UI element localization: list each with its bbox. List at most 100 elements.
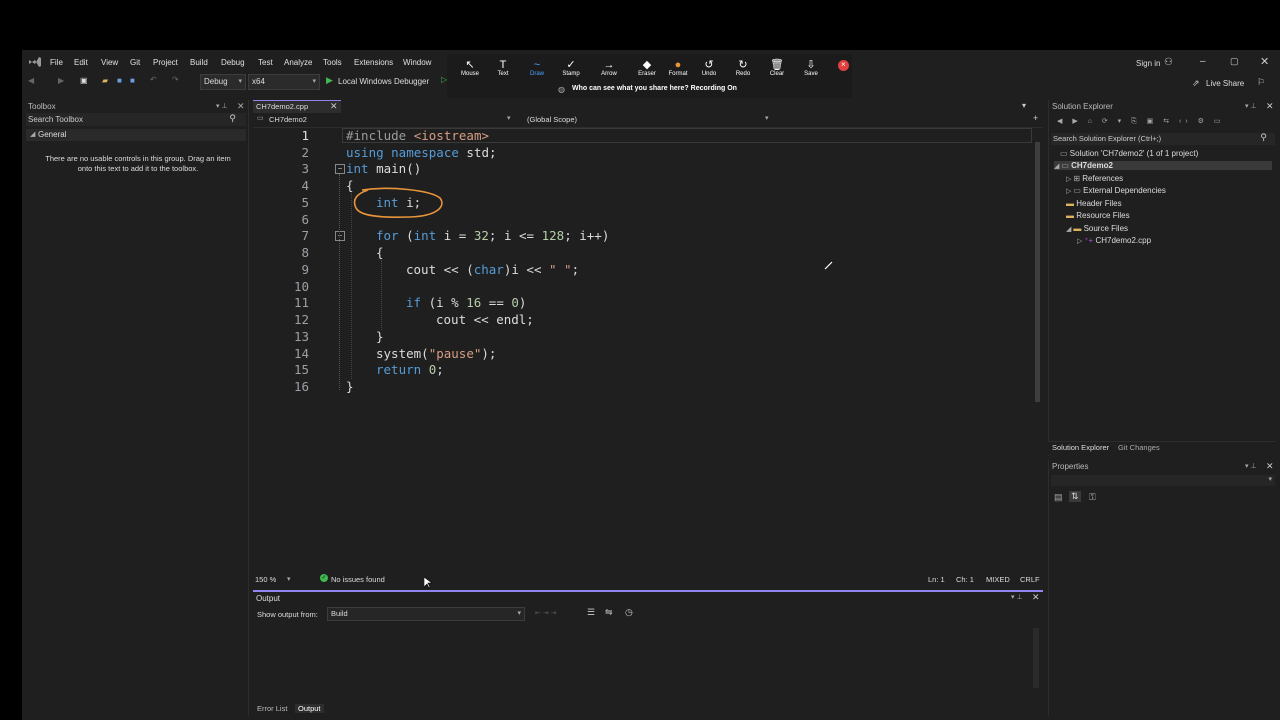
char-indicator[interactable]: Ch: 1 [956, 575, 974, 584]
clear-all-icon[interactable]: ☰ [587, 607, 595, 618]
eol-indicator[interactable]: CRLF [1020, 575, 1040, 584]
tab-output[interactable]: Output [295, 704, 324, 713]
zoom-level[interactable]: 150 % [255, 575, 276, 584]
tab-overflow-icon[interactable]: ▾ [1022, 101, 1026, 110]
property-pages-icon[interactable]: ⚿ [1089, 492, 1096, 503]
menu-item-test[interactable]: Test [258, 58, 273, 67]
tree-file[interactable]: ▷ ⁺+ CH7demo2.cpp [1077, 236, 1151, 245]
platform-dropdown[interactable]: x64 ▾ [248, 74, 320, 90]
project-dropdown[interactable]: ▭ CH7demo2 ▾ [255, 114, 513, 125]
word-wrap-icon[interactable]: ⇋ [605, 607, 613, 618]
pin-icon[interactable]: ▾ ⊥ [1245, 462, 1257, 470]
tree-node-header-files[interactable]: ▬ Header Files [1066, 199, 1122, 208]
config-dropdown[interactable]: Debug ▾ [200, 74, 246, 90]
minimize-icon[interactable]: – [1200, 56, 1206, 67]
split-icon[interactable]: + [1033, 113, 1038, 123]
fold-icon[interactable]: − [335, 164, 345, 174]
close-icon[interactable]: ✕ [1266, 101, 1274, 112]
tab-solution-explorer[interactable]: Solution Explorer [1052, 443, 1109, 452]
menu-item-window[interactable]: Window [403, 58, 431, 67]
close-icon[interactable]: ✕ [330, 101, 338, 112]
tree-node-external-dependencies[interactable]: ▷ ▭ External Dependencies [1066, 186, 1166, 195]
undo-icon[interactable]: ↶ [150, 75, 157, 84]
tree-label: Header Files [1076, 199, 1122, 208]
menu-item-git[interactable]: Git [130, 58, 140, 67]
save-all-icon[interactable]: ■ [130, 76, 135, 85]
tab-git-changes[interactable]: Git Changes [1118, 443, 1160, 452]
annotate-eraser-button[interactable]: ◆ Eraser [632, 59, 662, 77]
chevron-down-icon[interactable]: ▾ [287, 575, 291, 583]
debugger-label[interactable]: Local Windows Debugger [338, 77, 429, 86]
open-file-icon[interactable]: ▰ [102, 76, 108, 85]
menu-item-extensions[interactable]: Extensions [354, 58, 393, 67]
menu-item-build[interactable]: Build [190, 58, 208, 67]
new-item-icon[interactable]: ▣ [80, 76, 88, 85]
annotate-redo-button[interactable]: ↻ Redo [728, 59, 758, 77]
start-debug-icon[interactable]: ▶ [326, 75, 333, 86]
output-nav-icons[interactable]: ⇤ ⇥ ⇥ [535, 609, 557, 617]
menu-item-file[interactable]: File [50, 58, 63, 67]
menu-item-view[interactable]: View [101, 58, 118, 67]
toolbox-search-input[interactable]: Search Toolbox ⚲ [26, 113, 246, 126]
person-icon[interactable]: ⚇ [1164, 57, 1173, 68]
redo-icon[interactable]: ↷ [172, 75, 179, 84]
solution-search-input[interactable]: Search Solution Explorer (Ctrl+;) ⚲ [1051, 132, 1275, 145]
close-icon[interactable]: ✕ [237, 101, 245, 112]
pin-icon[interactable]: ▾ ⊥ [216, 102, 228, 110]
scope-dropdown[interactable]: (Global Scope) ▾ [525, 114, 771, 125]
categorized-icon[interactable]: ▤ [1054, 492, 1063, 503]
scrollbar-thumb[interactable] [1035, 142, 1040, 402]
annotate-undo-button[interactable]: ↺ Undo [694, 59, 724, 77]
forward-icon[interactable]: ▶ [58, 76, 64, 85]
encoding-indicator[interactable]: MIXED [986, 575, 1010, 584]
tree-node-source-files[interactable]: ◢ ▬ Source Files [1066, 224, 1128, 233]
output-text-area[interactable] [255, 624, 1031, 694]
annotate-save-button[interactable]: ⇩ Save [796, 59, 826, 77]
issues-status[interactable]: No issues found [331, 575, 385, 584]
annotate-stamp-button[interactable]: ✓ Stamp [556, 59, 586, 77]
solution-toolbar-icons[interactable]: ◀ ▶ ⌂ ⟳ ▾ ⎘ ▣ ⇆ ‹› ⚙ ▭ [1057, 117, 1224, 126]
menu-item-tools[interactable]: Tools [323, 58, 342, 67]
pin-icon[interactable]: ▾ ⊥ [1011, 593, 1023, 601]
properties-object-dropdown[interactable]: ▾ [1051, 475, 1275, 486]
pin-icon[interactable]: ▾ ⊥ [1245, 102, 1257, 110]
close-icon[interactable]: ✕ [1266, 461, 1274, 472]
alphabetical-icon[interactable]: ⇅ [1069, 491, 1081, 502]
back-icon[interactable]: ◀ [28, 76, 34, 85]
tree-node-references[interactable]: ▷ ⊞ References [1066, 174, 1123, 183]
clock-icon[interactable]: ◷ [625, 607, 633, 618]
sign-in-link[interactable]: Sign in [1136, 59, 1160, 68]
output-source-dropdown[interactable]: Build ▾ [327, 607, 525, 621]
share-notice[interactable]: Who can see what you share here? Recordi… [572, 85, 737, 92]
toolbox-group-general[interactable]: ◢ General [26, 129, 246, 141]
tree-node-resource-files[interactable]: ▬ Resource Files [1066, 211, 1130, 220]
maximize-icon[interactable]: ▢ [1230, 56, 1239, 67]
record-stop-button[interactable]: × [838, 60, 849, 71]
menu-item-edit[interactable]: Edit [74, 58, 88, 67]
annotate-text-button[interactable]: T Text [488, 59, 518, 77]
close-window-icon[interactable]: ✕ [1260, 55, 1269, 68]
live-share-icon[interactable]: ⇗ [1192, 78, 1200, 89]
line-indicator[interactable]: Ln: 1 [928, 575, 945, 584]
annotate-clear-button[interactable]: 🗑 Clear [762, 59, 792, 77]
close-icon[interactable]: ✕ [1032, 592, 1040, 603]
tree-solution[interactable]: ▭ Solution 'CH7demo2' (1 of 1 project) [1060, 149, 1198, 158]
format-icon: ● [674, 59, 682, 71]
save-icon: ⇩ [806, 59, 816, 71]
annotate-mouse-button[interactable]: ↖ Mouse [455, 59, 485, 77]
feedback-icon[interactable]: ⚐ [1257, 77, 1265, 88]
editor-vertical-scrollbar[interactable] [1033, 128, 1042, 573]
annotate-arrow-button[interactable]: → Arrow [594, 59, 624, 77]
menu-item-project[interactable]: Project [153, 58, 178, 67]
annotate-format-button[interactable]: ● Format [663, 59, 693, 77]
menu-item-debug[interactable]: Debug [221, 58, 245, 67]
annotate-draw-button[interactable]: ~ Draw [522, 59, 552, 77]
menu-item-analyze[interactable]: Analyze [284, 58, 312, 67]
live-share-button[interactable]: Live Share [1206, 79, 1244, 88]
editor-tab[interactable]: CH7demo2.cpp ✕ [253, 100, 341, 113]
code-token: == [481, 295, 512, 310]
tab-error-list[interactable]: Error List [257, 704, 287, 713]
output-vertical-scrollbar[interactable] [1033, 628, 1039, 688]
tree-project[interactable]: ◢ ▭ CH7demo2 [1054, 161, 1272, 170]
save-icon[interactable]: ■ [117, 76, 122, 85]
